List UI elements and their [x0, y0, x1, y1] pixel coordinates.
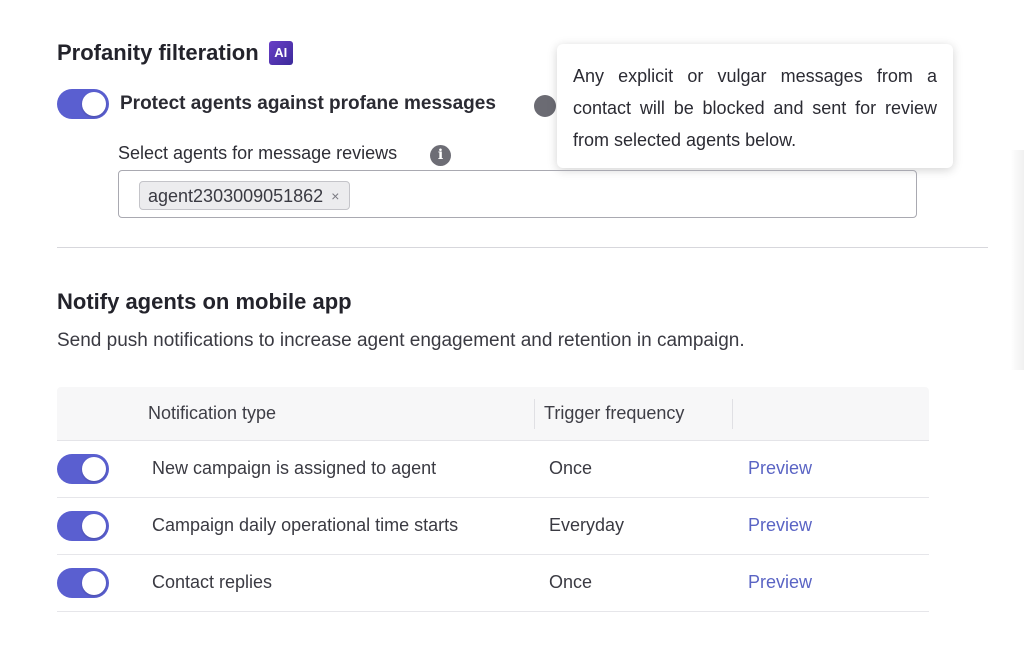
agent-multiselect-input[interactable]: agent2303009051862 ×: [118, 170, 917, 218]
notification-table: Notification type Trigger frequency New …: [57, 387, 929, 612]
column-separator: [534, 399, 535, 429]
profanity-tooltip: Any explicit or vulgar messages from a c…: [557, 44, 953, 168]
notification-toggle[interactable]: [57, 454, 109, 484]
preview-link[interactable]: Preview: [748, 572, 812, 593]
table-row: Campaign daily operational time starts E…: [57, 498, 929, 555]
column-separator: [732, 399, 733, 429]
profanity-section-title: Profanity filteration AI: [57, 40, 293, 66]
trigger-frequency-cell: Once: [549, 458, 593, 478]
chip-remove-icon[interactable]: ×: [331, 182, 339, 210]
table-row: New campaign is assigned to agent Once P…: [57, 441, 929, 498]
protect-agents-toggle[interactable]: [57, 89, 109, 119]
selected-agent-chip: agent2303009051862 ×: [139, 181, 351, 210]
preview-link[interactable]: Preview: [748, 458, 812, 479]
notify-section-subtitle: Send push notifications to increase agen…: [57, 330, 745, 351]
toggle-knob: [82, 92, 106, 116]
notification-toggle[interactable]: [57, 511, 109, 541]
ai-badge-icon: AI: [268, 41, 293, 65]
trigger-frequency-cell: Everyday: [549, 515, 625, 535]
preview-link[interactable]: Preview: [748, 515, 812, 536]
notify-section-title: Notify agents on mobile app: [57, 289, 352, 314]
toggle-knob: [82, 571, 106, 595]
notification-type-cell: Campaign daily operational time starts: [152, 515, 459, 535]
column-header-notification-type: Notification type: [148, 403, 277, 423]
toggle-knob: [82, 514, 106, 538]
notification-type-cell: New campaign is assigned to agent: [152, 458, 437, 478]
table-row: Contact replies Once Preview: [57, 555, 929, 612]
section-divider: [57, 247, 988, 248]
panel-edge-shadow: [1010, 150, 1024, 370]
column-header-trigger-frequency: Trigger frequency: [544, 403, 685, 423]
toggle-knob: [82, 457, 106, 481]
agent-select-label: Select agents for message reviews: [118, 143, 398, 163]
profanity-title-text: Profanity filteration: [57, 40, 259, 65]
info-icon[interactable]: i: [430, 145, 451, 166]
trigger-frequency-cell: Once: [549, 572, 593, 592]
protect-agents-label: Protect agents against profane messages: [120, 93, 496, 114]
help-circle-icon[interactable]: [534, 95, 556, 117]
notification-toggle[interactable]: [57, 568, 109, 598]
agent-chip-label: agent2303009051862: [148, 185, 324, 206]
notification-type-cell: Contact replies: [152, 572, 273, 592]
table-header: Notification type Trigger frequency: [57, 387, 929, 441]
